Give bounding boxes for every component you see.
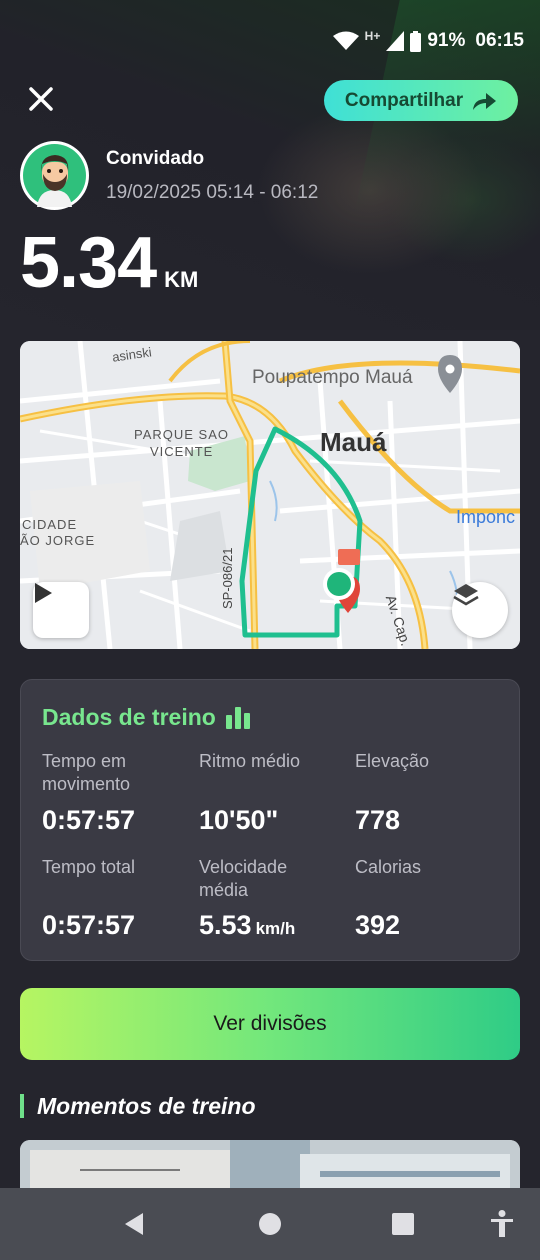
- stat-label: Calorias: [355, 857, 422, 877]
- stat-value: 392: [355, 910, 401, 940]
- user-name: Convidado: [106, 148, 205, 169]
- avatar-illustration-icon: [23, 144, 86, 207]
- stat-value: 0:57:57: [42, 910, 136, 940]
- stat-label: Ritmo médio: [199, 751, 301, 771]
- accessibility-button[interactable]: [482, 1206, 522, 1242]
- stat-value: 0:57:57: [42, 805, 136, 835]
- workout-datetime: 19/02/2025 05:14 - 06:12: [106, 182, 319, 203]
- distance-unit: KM: [164, 267, 199, 292]
- back-icon: [125, 1213, 143, 1235]
- share-button[interactable]: Compartilhar: [324, 80, 518, 121]
- workout-stats-card: Dados de treino Tempo em movimento 0:57:…: [20, 679, 520, 961]
- stat-avg-pace: Ritmo médio: [199, 750, 349, 773]
- stat-value: 778: [355, 805, 401, 835]
- wifi-icon: [332, 31, 359, 50]
- stat-avg-speed: Velocidade média: [199, 856, 329, 902]
- stat-label: Tempo total: [42, 857, 136, 877]
- stat-elevation: Elevação: [355, 750, 505, 773]
- play-route-button[interactable]: [33, 582, 89, 638]
- stat-label: Velocidade média: [199, 857, 288, 900]
- map-label-imponc: Imponc: [456, 507, 516, 527]
- map-label-cidade-1: CIDADE: [22, 517, 78, 532]
- signal-icon: [386, 31, 405, 51]
- back-button[interactable]: [114, 1206, 154, 1242]
- network-type: H+: [364, 29, 381, 43]
- share-arrow-icon: [473, 92, 497, 110]
- close-button[interactable]: [26, 84, 56, 114]
- moments-title: Momentos de treino: [20, 1094, 256, 1118]
- recents-button[interactable]: [383, 1206, 423, 1242]
- stat-total-time: Tempo total: [42, 856, 192, 879]
- close-icon: [29, 87, 53, 111]
- avatar: [20, 141, 89, 210]
- total-distance: 5.34 KM: [20, 222, 198, 304]
- accessibility-icon: [491, 1210, 513, 1237]
- stat-value: 5.53 km/h: [199, 910, 295, 941]
- stat-calories: Calorias: [355, 856, 505, 879]
- view-splits-button[interactable]: Ver divisões: [20, 988, 520, 1060]
- battery-percent: 91%: [427, 30, 466, 51]
- route-map[interactable]: asinski Poupatempo Mauá Mauá PARQUE SAO …: [20, 341, 520, 649]
- avg-speed-value: 5.53: [199, 910, 252, 940]
- bar-chart-icon: [225, 706, 250, 729]
- battery-icon: [410, 30, 422, 52]
- avg-speed-unit: km/h: [255, 919, 296, 938]
- home-button[interactable]: [250, 1206, 290, 1242]
- stat-value: 10'50": [199, 805, 279, 835]
- map-label-parque-2: VICENTE: [150, 444, 214, 459]
- map-label-poupatempo: Poupatempo Mauá: [252, 367, 413, 388]
- map-label-parque-1: PARQUE SAO: [134, 427, 230, 442]
- stat-label: Tempo em movimento: [42, 751, 131, 794]
- home-icon: [259, 1213, 281, 1235]
- distance-value: 5.34: [20, 223, 157, 303]
- map-layers-button[interactable]: [452, 582, 508, 638]
- recents-icon: [392, 1213, 414, 1235]
- map-label-cidade-2: ÃO JORGE: [20, 533, 96, 548]
- stats-title: Dados de treino: [42, 704, 254, 731]
- layers-icon: [453, 584, 479, 606]
- stat-moving-time: Tempo em movimento: [42, 750, 192, 796]
- stat-label: Elevação: [355, 751, 430, 771]
- play-icon: [35, 583, 52, 603]
- map-label-road: SP-086/21: [220, 547, 235, 609]
- share-label: Compartilhar: [344, 89, 464, 111]
- clock: 06:15: [475, 30, 524, 51]
- map-label-city: Mauá: [320, 427, 387, 457]
- status-bar: H+ 91% 06:15: [332, 26, 524, 56]
- system-nav-bar: [0, 1188, 540, 1260]
- stats-title-text: Dados de treino: [42, 704, 216, 730]
